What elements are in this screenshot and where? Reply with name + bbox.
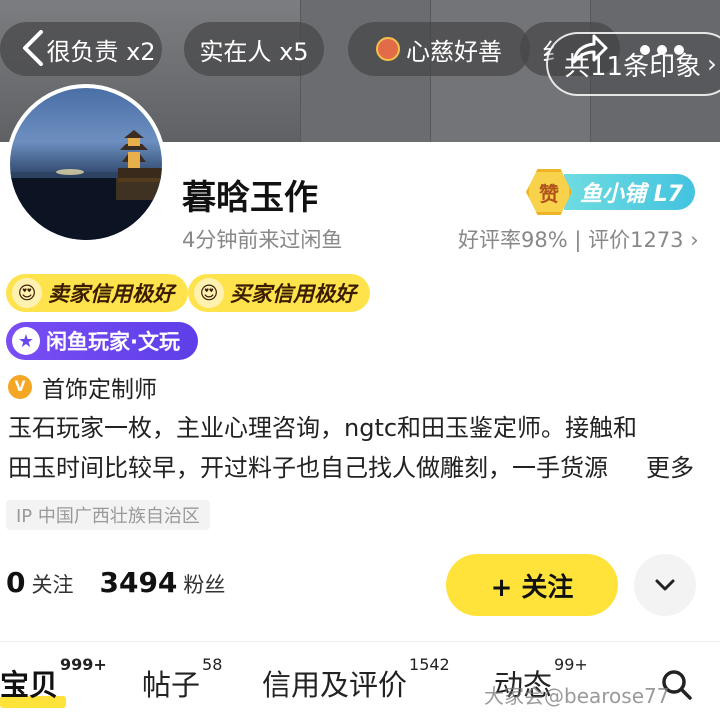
tab-count: 1542 (409, 655, 450, 675)
tab-label: 信用及评价 (262, 668, 408, 702)
follow-button[interactable]: + 关注 (446, 554, 618, 616)
share-button[interactable] (566, 28, 610, 72)
bio-line: 田玉时间比较早，开过料子也自己找人做雕刻，一手货源 (8, 454, 608, 482)
buyer-credit-badge[interactable]: 😍 买家信用极好 (188, 274, 370, 312)
praise-hex-text: 赞 (539, 181, 559, 206)
verified-icon: V (8, 375, 32, 399)
dot (640, 45, 650, 55)
player-badge[interactable]: ★ 闲鱼玩家·文玩 (6, 322, 198, 360)
heart-eyes-icon: 😍 (12, 278, 42, 308)
following-count[interactable]: 0 (6, 566, 25, 599)
chevron-down-icon (655, 579, 675, 591)
shop-level-label: 鱼小铺 L7 (564, 174, 695, 210)
fans-label[interactable]: 粉丝 (183, 569, 225, 599)
profile-name: 暮晗玉作 (182, 178, 318, 218)
tab-credit-reviews[interactable]: 信用及评价1542 (262, 655, 450, 704)
divider (0, 641, 720, 642)
more-options-button[interactable] (640, 40, 690, 60)
avatar[interactable] (6, 84, 166, 244)
tab-posts[interactable]: 帖子58 (142, 655, 222, 704)
job-title-row: V 首饰定制师 (8, 370, 157, 404)
heart-eyes-icon: 😍 (194, 278, 224, 308)
back-arrow-icon (23, 30, 43, 66)
tab-label: 帖子 (142, 668, 201, 702)
dot (657, 45, 667, 55)
back-button[interactable] (14, 30, 50, 66)
impression-tag-label: 心慈好善 (406, 37, 502, 66)
rating-link[interactable]: 好评率98% | 评价1273 › (458, 224, 699, 254)
seller-credit-label: 卖家信用极好 (48, 282, 174, 306)
tab-items[interactable]: 宝贝999+ (0, 655, 107, 708)
job-title-text: 首饰定制师 (42, 377, 157, 403)
fans-count[interactable]: 3494 (99, 566, 177, 599)
share-icon (572, 34, 608, 64)
watermark-text: 大家会@bearose77 (484, 684, 670, 708)
impression-tag-label: 实在人 x5 (199, 37, 309, 66)
tab-label: 宝贝 (0, 668, 59, 702)
bio-line: 玉石玩家一枚，主业心理咨询，ngtc和田玉鉴定师。接触和 (8, 414, 638, 442)
impression-tag-pill[interactable]: 心慈好善 (348, 22, 530, 76)
profile-bio[interactable]: 玉石玩家一枚，主业心理咨询，ngtc和田玉鉴定师。接触和 田玉时间比较早，开过料… (8, 408, 708, 488)
bio-more-link[interactable]: 更多 (606, 448, 694, 488)
shop-level-badge[interactable]: 赞 鱼小铺 L7 (526, 168, 696, 216)
impression-tag-pill[interactable]: 实在人 x5 (184, 22, 324, 76)
tab-count: 999+ (60, 655, 107, 675)
more-actions-button[interactable] (634, 554, 696, 616)
impression-tag-label: 很负责 x2 (46, 37, 156, 66)
follow-stats: 0 关注 3494 粉丝 (6, 566, 225, 599)
ip-location-tag: IP 中国广西壮族自治区 (6, 500, 210, 530)
tab-count: 58 (202, 655, 223, 675)
pavilion-avatar-image (10, 130, 162, 240)
chevron-right-icon: › (707, 50, 717, 78)
tab-count: 99+ (554, 655, 588, 675)
buyer-credit-label: 买家信用极好 (230, 282, 356, 306)
last-seen-text: 4分钟前来过闲鱼 (182, 228, 343, 252)
following-label[interactable]: 关注 (31, 569, 73, 599)
heart-face-icon (376, 37, 400, 61)
player-badge-label: 闲鱼玩家·文玩 (46, 330, 180, 354)
dot (674, 45, 684, 55)
seller-credit-badge[interactable]: 😍 卖家信用极好 (6, 274, 188, 312)
star-icon: ★ (12, 327, 40, 355)
